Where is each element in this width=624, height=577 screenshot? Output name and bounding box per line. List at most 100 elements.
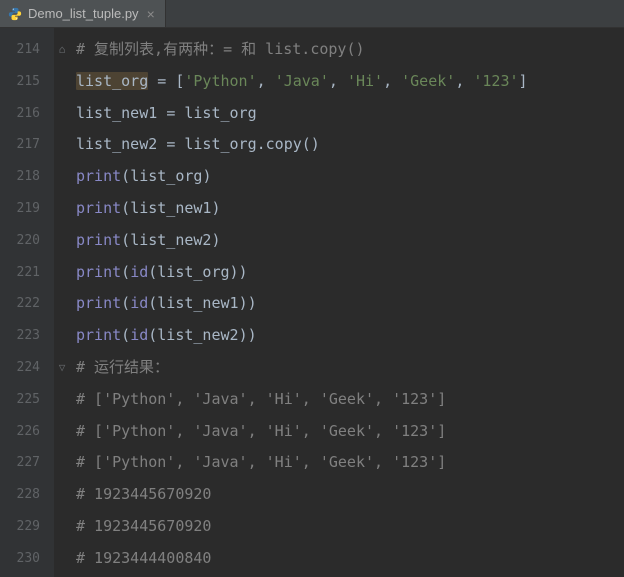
code-token: ( xyxy=(121,326,130,344)
code-token: , xyxy=(455,72,473,90)
code-token: ) xyxy=(211,199,220,217)
code-token: ( xyxy=(148,263,157,281)
line-number: 218 xyxy=(0,161,54,193)
code-token: # ['Python', 'Java', 'Hi', 'Geek', '123'… xyxy=(76,390,446,408)
code-token: 'Hi' xyxy=(347,72,383,90)
code-line[interactable]: # 1923445670920 xyxy=(76,479,624,511)
line-number: 215 xyxy=(0,66,54,98)
code-token: ( xyxy=(121,294,130,312)
editor: 2142152162172182192202212222232242252262… xyxy=(0,28,624,577)
code-token: )) xyxy=(239,294,257,312)
code-token: # 1923444400840 xyxy=(76,549,211,567)
code-token: , xyxy=(329,72,347,90)
fold-marker[interactable]: ▽ xyxy=(56,361,68,373)
code-line[interactable]: print(list_new2) xyxy=(76,225,624,257)
code-line[interactable]: # 1923445670920 xyxy=(76,511,624,543)
code-token: ) xyxy=(202,167,211,185)
code-token: , xyxy=(257,72,275,90)
line-number: 228 xyxy=(0,479,54,511)
line-number: 220 xyxy=(0,225,54,257)
code-line[interactable]: print(list_new1) xyxy=(76,193,624,225)
code-token: print xyxy=(76,294,121,312)
code-token: ] xyxy=(519,72,528,90)
line-number: 222 xyxy=(0,288,54,320)
code-token: )) xyxy=(239,326,257,344)
code-line[interactable]: # ['Python', 'Java', 'Hi', 'Geek', '123'… xyxy=(76,416,624,448)
code-token: = [ xyxy=(148,72,184,90)
code-line[interactable]: print(id(list_new1)) xyxy=(76,288,624,320)
code-line[interactable]: # 复制列表,有两种：= 和 list.copy() xyxy=(76,34,624,66)
code-area[interactable]: # 复制列表,有两种：= 和 list.copy() list_org = ['P… xyxy=(72,28,624,577)
code-token: )) xyxy=(230,263,248,281)
code-token: 'Java' xyxy=(275,72,329,90)
code-token: list_new1 xyxy=(76,104,166,122)
file-tab[interactable]: Demo_list_tuple.py × xyxy=(0,0,166,27)
code-line[interactable]: list_org = ['Python', 'Java', 'Hi', 'Gee… xyxy=(76,66,624,98)
code-token: id xyxy=(130,263,148,281)
code-token: # 复制列表,有两种：= 和 list.copy() xyxy=(76,40,365,58)
code-token: # ['Python', 'Java', 'Hi', 'Geek', '123'… xyxy=(76,453,446,471)
code-token: ( xyxy=(121,199,130,217)
line-number: 224 xyxy=(0,352,54,384)
code-line[interactable]: # ['Python', 'Java', 'Hi', 'Geek', '123'… xyxy=(76,447,624,479)
tab-filename: Demo_list_tuple.py xyxy=(28,6,139,21)
line-number: 227 xyxy=(0,447,54,479)
code-token: = xyxy=(166,135,184,153)
line-number: 216 xyxy=(0,98,54,130)
code-token: # 运行结果： xyxy=(76,358,169,376)
code-token: print xyxy=(76,231,121,249)
code-token: list_new2 xyxy=(76,135,166,153)
line-number-gutter: 2142152162172182192202212222232242252262… xyxy=(0,28,54,577)
code-token: = xyxy=(166,104,184,122)
code-token: '123' xyxy=(473,72,518,90)
code-token: ( xyxy=(148,294,157,312)
code-token: print xyxy=(76,167,121,185)
code-token: list_org xyxy=(157,263,229,281)
line-number: 214 xyxy=(0,34,54,66)
fold-gutter: ⌂▽ xyxy=(54,28,72,577)
code-line[interactable]: list_new2 = list_org.copy() xyxy=(76,129,624,161)
code-token: list_org xyxy=(184,104,256,122)
code-token: list_org xyxy=(76,72,148,90)
code-token: ( xyxy=(148,326,157,344)
code-token: id xyxy=(130,326,148,344)
code-token: ( xyxy=(121,231,130,249)
code-token: list_org.copy() xyxy=(184,135,319,153)
tab-bar: Demo_list_tuple.py × xyxy=(0,0,624,28)
code-token: id xyxy=(130,294,148,312)
code-line[interactable]: # 1923444400840 xyxy=(76,543,624,575)
line-number: 225 xyxy=(0,384,54,416)
code-token: list_new2 xyxy=(157,326,238,344)
code-token: list_new1 xyxy=(157,294,238,312)
code-line[interactable]: print(list_org) xyxy=(76,161,624,193)
code-token: list_org xyxy=(130,167,202,185)
code-token: ( xyxy=(121,167,130,185)
code-token: list_new2 xyxy=(130,231,211,249)
code-line[interactable]: list_new1 = list_org xyxy=(76,98,624,130)
code-token: ( xyxy=(121,263,130,281)
line-number: 230 xyxy=(0,543,54,575)
line-number: 223 xyxy=(0,320,54,352)
code-token: 'Python' xyxy=(184,72,256,90)
code-token: 'Geek' xyxy=(401,72,455,90)
code-line[interactable]: # ['Python', 'Java', 'Hi', 'Geek', '123'… xyxy=(76,384,624,416)
line-number: 221 xyxy=(0,257,54,289)
code-line[interactable]: print(id(list_org)) xyxy=(76,257,624,289)
line-number: 217 xyxy=(0,129,54,161)
line-number: 219 xyxy=(0,193,54,225)
fold-marker[interactable]: ⌂ xyxy=(56,43,68,55)
line-number: 229 xyxy=(0,511,54,543)
close-icon[interactable]: × xyxy=(145,6,157,22)
code-token: print xyxy=(76,199,121,217)
code-line[interactable]: print(id(list_new2)) xyxy=(76,320,624,352)
line-number: 226 xyxy=(0,416,54,448)
code-token: , xyxy=(383,72,401,90)
python-file-icon xyxy=(8,7,22,21)
code-token: list_new1 xyxy=(130,199,211,217)
code-token: print xyxy=(76,263,121,281)
code-token: print xyxy=(76,326,121,344)
code-token: # 1923445670920 xyxy=(76,485,211,503)
code-token: ) xyxy=(211,231,220,249)
code-token: # ['Python', 'Java', 'Hi', 'Geek', '123'… xyxy=(76,422,446,440)
code-line[interactable]: # 运行结果： xyxy=(76,352,624,384)
